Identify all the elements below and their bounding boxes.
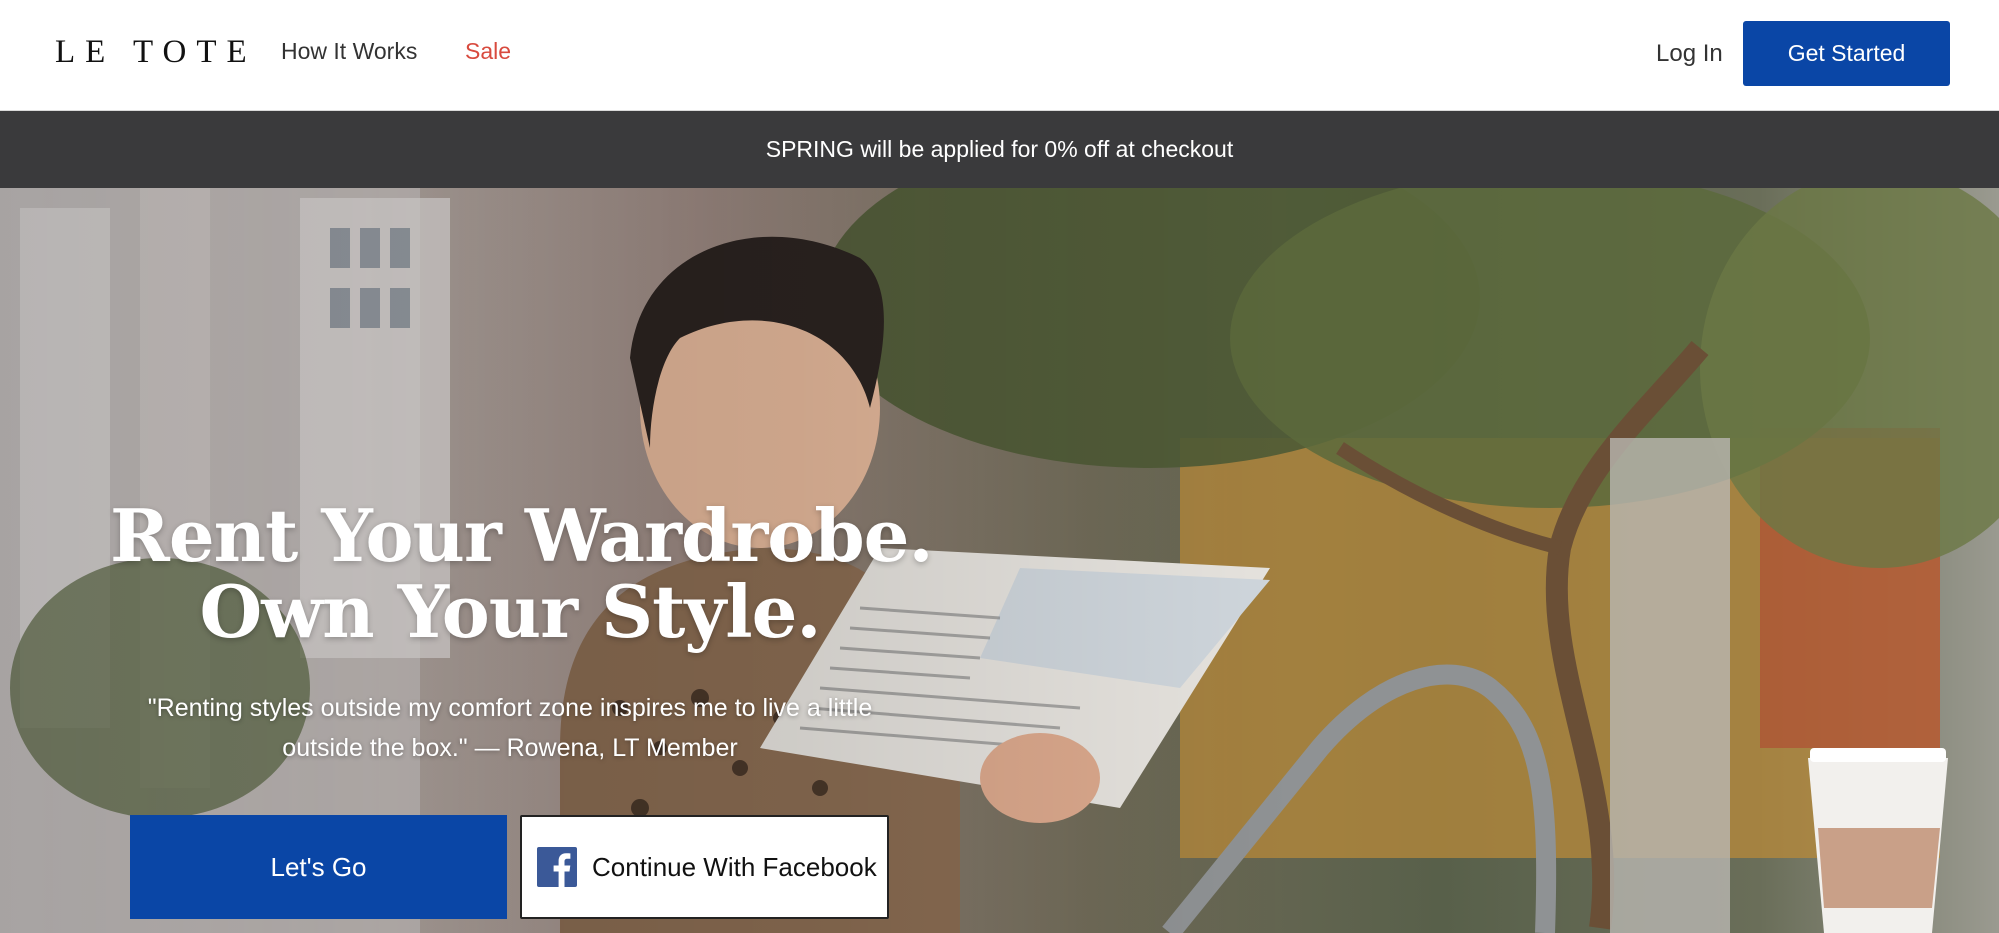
le-tote-logo[interactable]: LE TOTE — [55, 34, 257, 71]
nav-sale[interactable]: Sale — [465, 38, 511, 65]
hero-section: Rent Your Wardrobe. Own Your Style. "Ren… — [0, 188, 1999, 933]
login-link[interactable]: Log In — [1656, 40, 1723, 68]
continue-with-facebook-button[interactable]: Continue With Facebook — [520, 815, 889, 919]
member-quote: "Renting styles outside my comfort zone … — [147, 694, 873, 762]
headline-line-1: Rent Your Wardrobe. — [110, 493, 934, 578]
lets-go-button[interactable]: Let's Go — [130, 815, 507, 919]
promo-bar: SPRING will be applied for 0% off at che… — [0, 111, 1999, 188]
headline-line-2: Own Your Style. — [199, 569, 822, 654]
facebook-icon — [537, 847, 577, 887]
nav-how-it-works[interactable]: How It Works — [281, 38, 417, 65]
promo-text: SPRING will be applied for 0% off at che… — [765, 136, 1234, 162]
get-started-button[interactable]: Get Started — [1743, 21, 1950, 86]
hero-headline: Rent Your Wardrobe. Own Your Style. — [110, 493, 934, 654]
facebook-button-label: Continue With Facebook — [592, 851, 877, 882]
site-header: LE TOTE How It Works Sale Log In Get Sta… — [0, 0, 1999, 111]
